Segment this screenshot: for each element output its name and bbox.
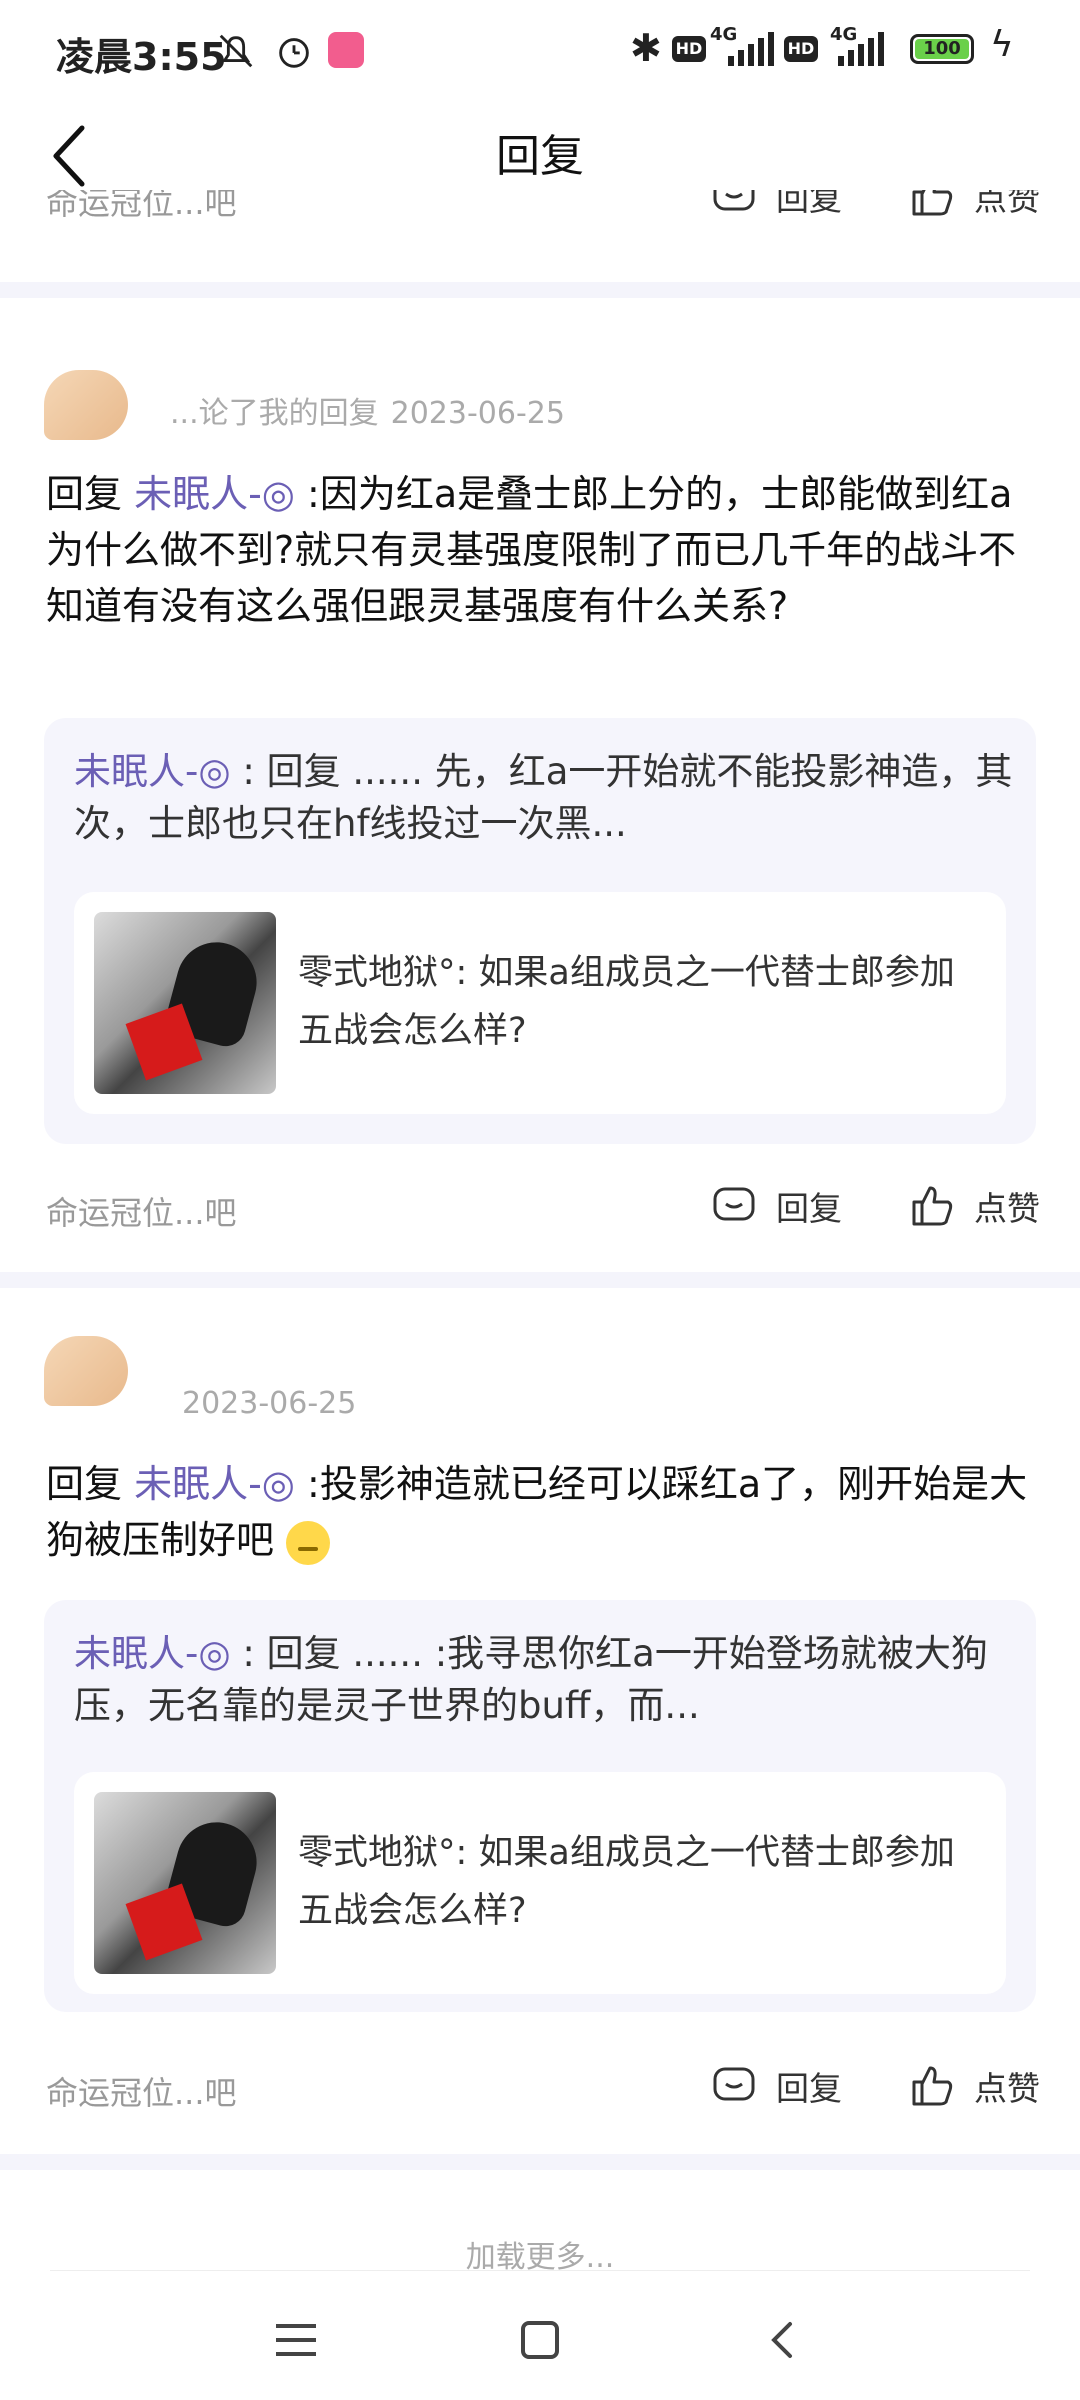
forum-link[interactable]: 命运冠位...吧 xyxy=(46,1188,237,1234)
comment-text: 回复 未眠人-◎ :因为红a是叠士郎上分的，士郎能做到红a为什么做不到?就只有灵… xyxy=(46,472,1017,628)
post-thumbnail xyxy=(94,1792,276,1974)
menu-button[interactable] xyxy=(266,2310,326,2370)
quote-author[interactable]: 未眠人-◎ xyxy=(74,1632,231,1675)
page-title: 回复 xyxy=(496,131,584,182)
forum-link[interactable]: 命运冠位...吧 xyxy=(46,2068,237,2114)
bilibili-app-icon xyxy=(328,32,364,68)
hd-badge: HD xyxy=(672,36,706,62)
home-square-icon xyxy=(521,2321,559,2359)
original-post-card[interactable]: 零式地狱°: 如果a组成员之一代替士郎参加五战会怎么样? xyxy=(74,892,1006,1114)
system-back-button[interactable] xyxy=(754,2310,814,2370)
signal-icon-2 xyxy=(838,30,884,66)
like-button[interactable]: 点赞 xyxy=(908,2062,1040,2110)
thumbs-up-icon xyxy=(912,2066,953,2106)
mention-link[interactable]: 未眠人-◎ xyxy=(134,1462,295,1506)
reply-button[interactable]: 回复 xyxy=(710,190,842,220)
avatar[interactable] xyxy=(44,1336,128,1406)
comment-meta: ...论了我的回复 2023-06-25 xyxy=(44,370,944,440)
comment-icon xyxy=(713,190,755,211)
bluetooth-icon: ✱ xyxy=(630,26,662,70)
post-title: 零式地狱°: 如果a组成员之一代替士郎参加五战会怎么样? xyxy=(298,1833,955,1931)
home-button[interactable] xyxy=(510,2310,570,2370)
reply-button[interactable]: 回复 xyxy=(710,2062,842,2110)
menu-icon xyxy=(276,2324,316,2356)
thumbs-up-icon xyxy=(912,190,953,216)
mention-link[interactable]: 未眠人-◎ xyxy=(134,472,295,516)
comment-footer: 命运冠位...吧 回复 点赞 xyxy=(0,1178,1080,1238)
avatar[interactable] xyxy=(44,370,128,440)
divider xyxy=(50,2270,1030,2271)
comment-icon xyxy=(713,1187,755,1221)
emoji-icon xyxy=(286,1520,331,1565)
charging-icon: ϟ xyxy=(990,24,1014,65)
post-title: 零式地狱°: 如果a组成员之一代替士郎参加五战会怎么样? xyxy=(298,953,955,1051)
comment-date: 2023-06-25 xyxy=(390,396,565,431)
reply-button[interactable]: 回复 xyxy=(710,1182,842,1230)
separator xyxy=(0,1272,1080,1288)
quote-text: 未眠人-◎ : 回复 ...... 先，红a一开始就不能投影神造，其次，士郎也只… xyxy=(74,750,1013,845)
comment-meta-text: 2023-06-25 xyxy=(170,1386,356,1421)
thumbs-up-icon xyxy=(912,1186,953,1226)
comment-date: 2023-06-25 xyxy=(182,1386,357,1421)
status-bar: 凌晨3:55 ✱ HD 4G HD 4G 100 ϟ xyxy=(0,0,1080,100)
mute-icon xyxy=(219,34,253,68)
signal-icon xyxy=(728,30,774,66)
quoted-reply[interactable]: 未眠人-◎ : 回复 ...... :我寻思你红a一开始登场就被大狗压，无名靠的… xyxy=(44,1600,1036,2012)
separator xyxy=(0,282,1080,298)
chevron-left-icon xyxy=(771,2322,792,2358)
quote-author[interactable]: 未眠人-◎ xyxy=(74,750,231,793)
comment-meta-text: ...论了我的回复 2023-06-25 xyxy=(170,396,565,431)
quoted-reply[interactable]: 未眠人-◎ : 回复 ...... 先，红a一开始就不能投影神造，其次，士郎也只… xyxy=(44,718,1036,1144)
hd-badge-2: HD xyxy=(784,36,818,62)
quote-text: 未眠人-◎ : 回复 ...... :我寻思你红a一开始登场就被大狗压，无名靠的… xyxy=(74,1632,988,1727)
forum-link[interactable]: 命运冠位...吧 xyxy=(46,190,237,224)
battery-icon: 100 xyxy=(910,34,974,64)
original-post-card[interactable]: 零式地狱°: 如果a组成员之一代替士郎参加五战会怎么样? xyxy=(74,1772,1006,1994)
comment-text: 回复 未眠人-◎ :投影神造就已经可以踩红a了，刚开始是大狗被压制好吧 xyxy=(46,1456,1036,1568)
like-button[interactable]: 点赞 xyxy=(908,1182,1040,1230)
comment-footer: 命运冠位...吧 回复 点赞 xyxy=(0,190,1080,228)
like-button[interactable]: 点赞 xyxy=(908,190,1040,220)
post-thumbnail xyxy=(94,912,276,1094)
status-time: 凌晨3:55 xyxy=(56,35,227,79)
alarm-icon xyxy=(279,38,309,68)
separator xyxy=(0,2154,1080,2170)
comment-footer: 命运冠位...吧 回复 点赞 xyxy=(0,2058,1080,2118)
comment-icon xyxy=(713,2067,755,2101)
comment-meta: 2023-06-25 xyxy=(44,1336,944,1421)
partial-comment-footer: 命运冠位...吧 回复 点赞 xyxy=(0,190,1080,250)
system-nav-bar xyxy=(0,2272,1080,2400)
